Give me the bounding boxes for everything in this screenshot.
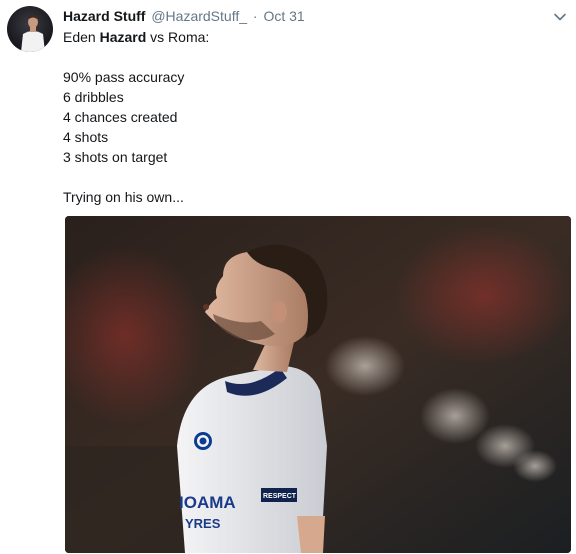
- shirt-sponsor-text: IOAMA: [179, 493, 236, 512]
- sleeve-badge-text: RESPECT: [263, 493, 297, 500]
- title-text-end: vs Roma:: [146, 29, 210, 45]
- display-name[interactable]: Hazard Stuff: [63, 8, 145, 24]
- avatar[interactable]: [7, 6, 53, 52]
- chevron-down-icon[interactable]: [553, 10, 567, 24]
- separator-dot: ·: [252, 8, 258, 24]
- timestamp-link[interactable]: Oct 31: [263, 8, 304, 24]
- stat-pass-accuracy: 90% pass accuracy: [63, 69, 185, 85]
- user-handle[interactable]: @HazardStuff_: [151, 8, 247, 24]
- tweet-line-closing: Trying on his own...: [63, 189, 184, 205]
- title-text-start: Eden: [63, 29, 100, 45]
- stat-shots: 4 shots: [63, 129, 109, 145]
- tweet-photo[interactable]: IOAMA YRES RESPECT: [65, 216, 571, 553]
- stat-chances-created: 4 chances created: [63, 109, 178, 125]
- tweet-line-title: Eden Hazard vs Roma:: [63, 27, 563, 47]
- title-text-bold: Hazard: [99, 29, 147, 45]
- tweet: Hazard Stuff @HazardStuff_ · Oct 31 Eden…: [0, 0, 576, 554]
- stat-dribbles: 6 dribbles: [63, 89, 124, 105]
- tweet-text: Eden Hazard vs Roma: 90% pass accuracy 6…: [63, 27, 563, 207]
- shirt-sponsor-text-2: YRES: [185, 516, 221, 531]
- stat-shots-on-target: 3 shots on target: [63, 149, 168, 165]
- tweet-header: Hazard Stuff @HazardStuff_ · Oct 31: [63, 7, 305, 25]
